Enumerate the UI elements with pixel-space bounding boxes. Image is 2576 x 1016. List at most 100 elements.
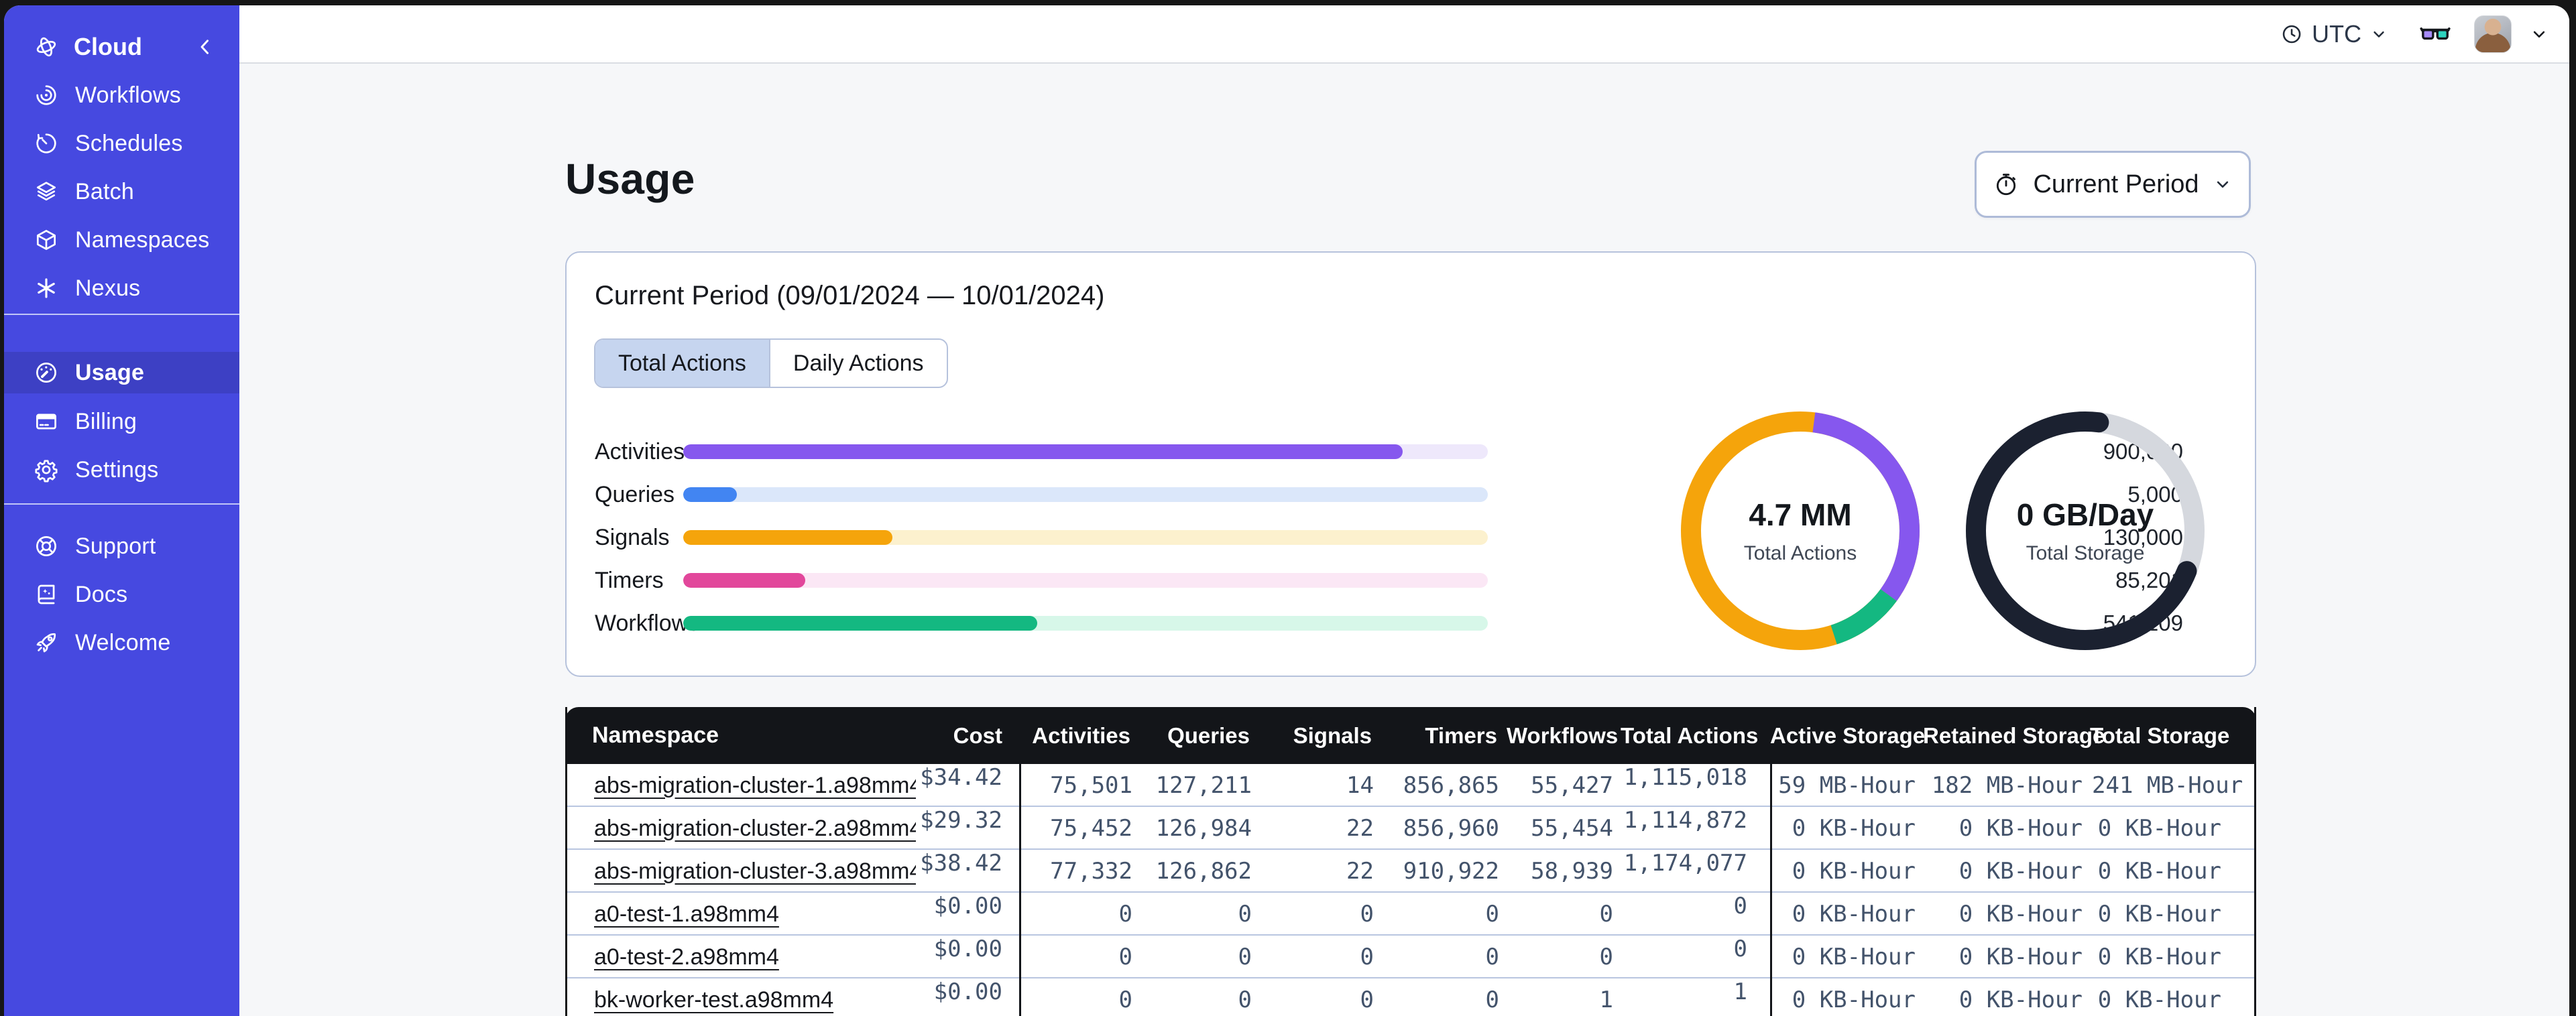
table-cell: 0 KB-Hour — [1958, 944, 2083, 970]
app-window: UTC Cloud Workflows Schedules Batch Namespa… — [4, 5, 2569, 1016]
table-cell: 0 KB-Hour — [1958, 815, 2083, 842]
table-cell: 0 KB-Hour — [1792, 944, 1916, 970]
table-row: a0-test-2.a98mm4 $0.00 0 0 0 0 0 0 0 KB-Hour 0 KB… — [567, 936, 2254, 978]
column-header-cost: Cost — [953, 722, 1002, 748]
donut-label: Total Storage — [2026, 542, 2145, 564]
bar-fill — [683, 530, 892, 545]
temporal-logo-icon — [34, 34, 59, 60]
column-header-total-storage: Total Storage — [2090, 722, 2230, 748]
table-cell: 0 — [1238, 944, 1252, 970]
column-header-namespace: Namespace — [592, 722, 719, 748]
table-cell: 59 MB-Hour — [1778, 772, 1916, 799]
usage-bar-row-activities: Activities 900,000 — [567, 439, 2183, 464]
avatar[interactable] — [2474, 15, 2512, 53]
brand-label: Cloud — [74, 33, 142, 60]
table-cell: 14 — [1346, 772, 1374, 799]
card-title: Current Period (09/01/2024 — 10/01/2024) — [595, 281, 1105, 310]
namespace-link[interactable]: bk-worker-test.a98mm4 — [594, 987, 833, 1013]
table-cell: 0 — [1360, 901, 1374, 928]
table-cell: 0 — [1623, 893, 1772, 936]
table-row: a0-test-1.a98mm4 $0.00 0 0 0 0 0 0 0 KB-Hour 0 KB… — [567, 893, 2254, 936]
namespace-link[interactable]: abs-migration-cluster-2.a98mm4 — [594, 816, 916, 841]
sidebar-item-welcome[interactable]: Welcome — [4, 623, 239, 663]
namespace-cell: abs-migration-cluster-1.a98mm4 — [567, 773, 916, 799]
table-cell: 0 KB-Hour — [2097, 944, 2221, 970]
sidebar-item-support[interactable]: Support — [4, 526, 239, 566]
bar-label: Timers — [595, 567, 664, 593]
sidebar-item-docs[interactable]: Docs — [4, 574, 239, 615]
table-cell: 126,862 — [1155, 858, 1252, 885]
donut-value: 4.7 MM — [1749, 497, 1852, 532]
table-cell: 0 — [1238, 901, 1252, 928]
table-cell: 0 KB-Hour — [2097, 901, 2221, 928]
table-cell: 0 KB-Hour — [1792, 987, 1916, 1013]
usage-icon — [34, 360, 59, 385]
sidebar-item-namespaces[interactable]: Namespaces — [4, 220, 239, 260]
sidebar-item-billing[interactable]: Billing — [4, 401, 239, 442]
namespace-link[interactable]: abs-migration-cluster-3.a98mm4 — [594, 859, 916, 884]
table-cell: $29.32 — [916, 807, 1021, 850]
sidebar-divider — [4, 503, 239, 505]
table-cell: 0 — [1118, 901, 1132, 928]
table-cell: 1 — [1599, 987, 1613, 1013]
usage-bar-row-timers: Timers 85,201 — [567, 568, 2183, 593]
namespace-cell: a0-test-2.a98mm4 — [567, 944, 916, 970]
table-cell: $34.42 — [916, 764, 1021, 807]
sidebar-item-batch[interactable]: Batch — [4, 172, 239, 212]
bar-fill — [683, 616, 1037, 631]
page-title: Usage — [565, 155, 695, 203]
table-cell: 0 KB-Hour — [2097, 815, 2221, 842]
table-cell: 856,865 — [1403, 772, 1499, 799]
tab-daily-actions[interactable]: Daily Actions — [768, 340, 947, 387]
table-cell: 22 — [1346, 858, 1374, 885]
table-cell: 75,501 — [1050, 772, 1132, 799]
table-cell: 77,332 — [1050, 858, 1132, 885]
bar-fill — [683, 444, 1403, 459]
table-cell: 0 KB-Hour — [1792, 901, 1916, 928]
table-cell: 0 — [1118, 987, 1132, 1013]
period-selector-button[interactable]: Current Period — [1975, 151, 2251, 218]
timezone-selector[interactable]: UTC — [2280, 20, 2388, 48]
table-cell: 910,922 — [1403, 858, 1499, 885]
tab-total-actions[interactable]: Total Actions — [595, 340, 769, 387]
topbar: UTC — [239, 5, 2569, 64]
bar-label: Activities — [595, 438, 685, 464]
namespace-usage-table: Namespace Cost Activities Queries Signals Tim… — [565, 707, 2256, 1016]
schedules-icon — [34, 131, 59, 156]
namespace-link[interactable]: a0-test-1.a98mm4 — [594, 901, 779, 927]
table-cell: 0 KB-Hour — [2097, 987, 2221, 1013]
column-header-activities: Activities — [1032, 722, 1130, 748]
column-header-total-actions: Total Actions — [1621, 722, 1759, 748]
table-cell: 0 — [1485, 944, 1499, 970]
bar-track — [683, 616, 1488, 631]
bar-track — [683, 530, 1488, 545]
namespace-link[interactable]: abs-migration-cluster-1.a98mm4 — [594, 773, 916, 798]
sidebar-item-workflows[interactable]: Workflows — [4, 75, 239, 115]
table-cell: 0 KB-Hour — [1792, 858, 1916, 885]
table-cell: 1,114,872 — [1623, 807, 1772, 850]
stopwatch-icon — [1993, 171, 2019, 198]
table-cell: 182 MB-Hour — [1931, 772, 2083, 799]
sidebar-brand[interactable]: Cloud — [4, 27, 239, 67]
sidebar-item-settings[interactable]: Settings — [4, 450, 239, 490]
chevron-down-icon[interactable] — [2529, 24, 2549, 44]
docs-icon — [34, 582, 59, 607]
workflows-icon — [34, 82, 59, 108]
table-cell: 55,427 — [1531, 772, 1613, 799]
sidebar-item-nexus[interactable]: Nexus — [4, 268, 239, 308]
nexus-icon — [34, 275, 59, 301]
sidebar-item-usage[interactable]: Usage — [4, 352, 239, 393]
sidebar-item-schedules[interactable]: Schedules — [4, 123, 239, 164]
table-cell: $0.00 — [916, 978, 1021, 1016]
table-cell: 0 — [1599, 944, 1613, 970]
namespace-link[interactable]: a0-test-2.a98mm4 — [594, 944, 779, 970]
table-cell: 0 KB-Hour — [1792, 815, 1916, 842]
table-cell: 75,452 — [1050, 815, 1132, 842]
donut-total-actions: 4.7 MM Total Actions — [1678, 409, 1922, 653]
glasses-icon[interactable] — [2419, 18, 2451, 50]
collapse-sidebar-icon[interactable] — [194, 36, 217, 58]
table-cell: $0.00 — [916, 936, 1021, 978]
batch-icon — [34, 179, 59, 204]
bar-label: Queries — [595, 481, 675, 507]
sidebar-divider — [4, 314, 239, 315]
